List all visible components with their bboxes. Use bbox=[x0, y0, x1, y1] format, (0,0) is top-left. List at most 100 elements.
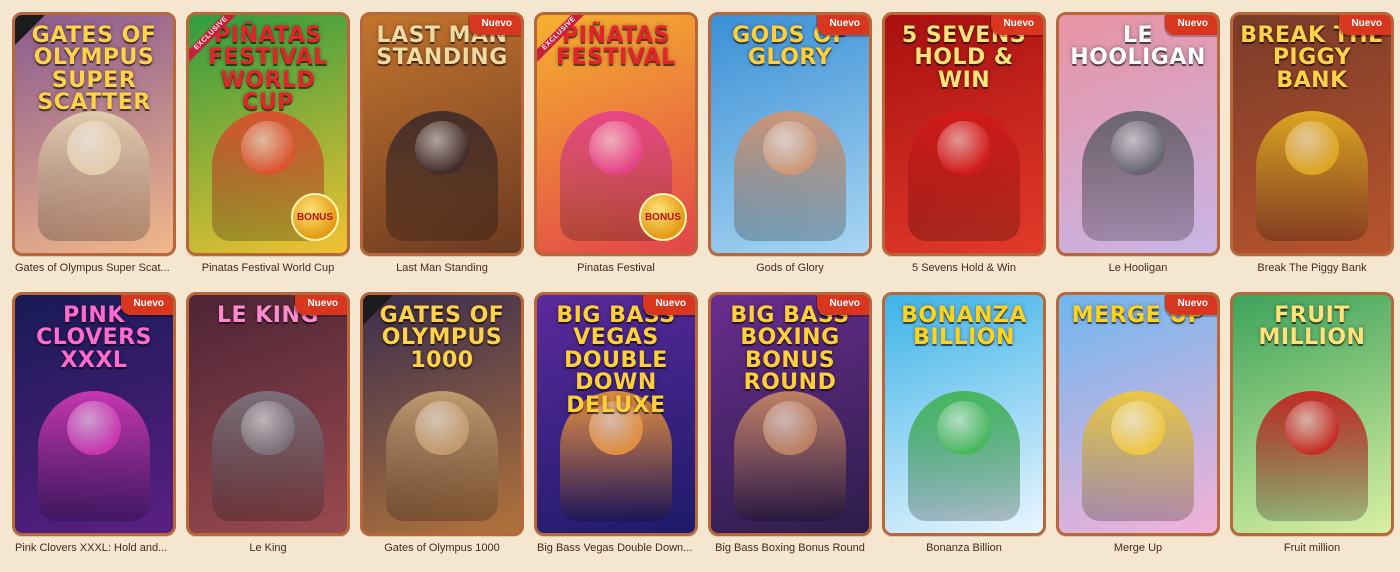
game-card[interactable]: PIÑATAS Festival WORLD CUP EXCLUSIVE BONUS… bbox=[186, 12, 350, 292]
game-title[interactable]: Gates of Olympus 1000 bbox=[360, 542, 524, 554]
character-illustration bbox=[734, 391, 846, 521]
drops-wins-corner-icon bbox=[363, 295, 393, 325]
character-illustration bbox=[1256, 111, 1368, 241]
character-illustration bbox=[1082, 391, 1194, 521]
character-illustration bbox=[212, 391, 324, 521]
game-logo: 5 Sevens HOLD & WIN bbox=[901, 23, 1027, 93]
character-head bbox=[1111, 401, 1165, 455]
drops-wins-corner-icon bbox=[15, 15, 45, 45]
game-thumbnail[interactable]: PIÑATAS Festival WORLD CUP EXCLUSIVE BONUS bbox=[186, 12, 350, 256]
new-badge: Nuevo bbox=[1165, 15, 1217, 35]
game-artwork: MERGE UP bbox=[1059, 295, 1217, 533]
game-title[interactable]: Pink Clovers XXXL: Hold and... bbox=[12, 542, 176, 554]
game-logo: BREAK THE PIGGY BANK bbox=[1240, 23, 1384, 93]
game-logo: PIÑATAS Festival WORLD CUP bbox=[208, 23, 328, 116]
character-illustration bbox=[908, 111, 1020, 241]
game-thumbnail[interactable]: MERGE UP Nuevo bbox=[1056, 292, 1220, 536]
character-head bbox=[763, 401, 817, 455]
game-card[interactable]: MERGE UP Nuevo Merge Up bbox=[1056, 292, 1220, 572]
game-title[interactable]: Bonanza Billion bbox=[882, 542, 1046, 554]
game-thumbnail[interactable]: BONANZA BILLION bbox=[882, 292, 1046, 536]
game-card[interactable]: Gates of OLYMPUS SUPER SCATTER Gates of O… bbox=[12, 12, 176, 292]
game-thumbnail[interactable]: LE KING Nuevo bbox=[186, 292, 350, 536]
game-thumbnail[interactable]: FRUIT MILLION bbox=[1230, 292, 1394, 536]
game-title[interactable]: Big Bass Vegas Double Down... bbox=[534, 542, 698, 554]
game-thumbnail[interactable]: GODS OF GLORY Nuevo bbox=[708, 12, 872, 256]
game-card[interactable]: BIG BASS BOXING BONUS ROUND Nuevo Big Bass… bbox=[708, 292, 872, 572]
character-illustration bbox=[734, 111, 846, 241]
game-artwork: LE KING bbox=[189, 295, 347, 533]
game-title[interactable]: Le Hooligan bbox=[1056, 262, 1220, 274]
game-card[interactable]: BREAK THE PIGGY BANK Nuevo Break The Piggy… bbox=[1230, 12, 1394, 292]
new-badge: Nuevo bbox=[817, 15, 869, 35]
game-card[interactable]: FRUIT MILLION Fruit million bbox=[1230, 292, 1394, 572]
character-head bbox=[415, 401, 469, 455]
character-head bbox=[241, 121, 295, 175]
game-title[interactable]: Last Man Standing bbox=[360, 262, 524, 274]
character-head bbox=[1285, 121, 1339, 175]
game-logo: BIG BASS BOXING BONUS ROUND bbox=[730, 303, 850, 396]
new-badge: Nuevo bbox=[991, 15, 1043, 35]
game-card[interactable]: LAST MAN STANDING Nuevo Last Man Standing bbox=[360, 12, 524, 292]
game-title[interactable]: Merge Up bbox=[1056, 542, 1220, 554]
game-card[interactable]: BONANZA BILLION Bonanza Billion bbox=[882, 292, 1046, 572]
game-thumbnail[interactable]: Gates of OLYMPUS SUPER SCATTER bbox=[12, 12, 176, 256]
character-illustration bbox=[386, 391, 498, 521]
buy-bonus-icon: BONUS bbox=[291, 193, 339, 241]
game-title[interactable]: Pinatas Festival bbox=[534, 262, 698, 274]
game-card[interactable]: LE KING Nuevo Le King bbox=[186, 292, 350, 572]
game-card[interactable]: GODS OF GLORY Nuevo Gods of Glory bbox=[708, 12, 872, 292]
game-thumbnail[interactable]: 5 Sevens HOLD & WIN Nuevo bbox=[882, 12, 1046, 256]
game-title[interactable]: 5 Sevens Hold & Win bbox=[882, 262, 1046, 274]
character-head bbox=[1285, 401, 1339, 455]
game-thumbnail[interactable]: LE HOOLIGAN Nuevo bbox=[1056, 12, 1220, 256]
game-artwork: GATES of OLYMPUS 1000 bbox=[363, 295, 521, 533]
game-title[interactable]: Big Bass Boxing Bonus Round bbox=[708, 542, 872, 554]
character-head bbox=[589, 121, 643, 175]
game-card[interactable]: PIÑATAS Festival EXCLUSIVE BONUS Pinatas Fe… bbox=[534, 12, 698, 292]
game-thumbnail[interactable]: BREAK THE PIGGY BANK Nuevo bbox=[1230, 12, 1394, 256]
character-illustration bbox=[1082, 111, 1194, 241]
new-badge: Nuevo bbox=[643, 295, 695, 315]
character-head bbox=[1111, 121, 1165, 175]
game-artwork: BIG BASS BOXING BONUS ROUND bbox=[711, 295, 869, 533]
character-head bbox=[241, 401, 295, 455]
game-artwork: BIG BASS VEGAS DOUBLE DOWN DELUXE bbox=[537, 295, 695, 533]
character-head bbox=[937, 121, 991, 175]
game-title[interactable]: Le King bbox=[186, 542, 350, 554]
new-badge: Nuevo bbox=[1339, 15, 1391, 35]
new-badge: Nuevo bbox=[121, 295, 173, 315]
game-title[interactable]: Gates of Olympus Super Scat... bbox=[12, 262, 176, 274]
game-title[interactable]: Pinatas Festival World Cup bbox=[186, 262, 350, 274]
character-head bbox=[937, 401, 991, 455]
game-title[interactable]: Gods of Glory bbox=[708, 262, 872, 274]
new-badge: Nuevo bbox=[469, 15, 521, 35]
game-card[interactable]: PINK CLOVERS XXXL Nuevo Pink Clovers XXXL:… bbox=[12, 292, 176, 572]
game-thumbnail[interactable]: PINK CLOVERS XXXL Nuevo bbox=[12, 292, 176, 536]
new-badge: Nuevo bbox=[1165, 295, 1217, 315]
game-logo: BIG BASS VEGAS DOUBLE DOWN DELUXE bbox=[556, 303, 676, 418]
game-artwork: BREAK THE PIGGY BANK bbox=[1233, 15, 1391, 253]
new-badge: Nuevo bbox=[295, 295, 347, 315]
game-logo: BONANZA BILLION bbox=[901, 303, 1027, 351]
game-card[interactable]: LE HOOLIGAN Nuevo Le Hooligan bbox=[1056, 12, 1220, 292]
game-thumbnail[interactable]: LAST MAN STANDING Nuevo bbox=[360, 12, 524, 256]
game-logo: FRUIT MILLION bbox=[1258, 303, 1366, 351]
character-head bbox=[763, 121, 817, 175]
game-thumbnail[interactable]: BIG BASS BOXING BONUS ROUND Nuevo bbox=[708, 292, 872, 536]
character-illustration bbox=[38, 111, 150, 241]
game-thumbnail[interactable]: BIG BASS VEGAS DOUBLE DOWN DELUXE Nuevo bbox=[534, 292, 698, 536]
game-artwork: GODS OF GLORY bbox=[711, 15, 869, 253]
character-illustration bbox=[38, 391, 150, 521]
buy-bonus-icon: BONUS bbox=[639, 193, 687, 241]
game-artwork: BONANZA BILLION bbox=[885, 295, 1043, 533]
game-card[interactable]: GATES of OLYMPUS 1000 Gates of Olympus 10… bbox=[360, 292, 524, 572]
game-thumbnail[interactable]: PIÑATAS Festival EXCLUSIVE BONUS bbox=[534, 12, 698, 256]
game-thumbnail[interactable]: GATES of OLYMPUS 1000 bbox=[360, 292, 524, 536]
game-title[interactable]: Fruit million bbox=[1230, 542, 1394, 554]
game-card[interactable]: 5 Sevens HOLD & WIN Nuevo 5 Sevens Hold & … bbox=[882, 12, 1046, 292]
game-artwork: Gates of OLYMPUS SUPER SCATTER bbox=[15, 15, 173, 253]
game-card[interactable]: BIG BASS VEGAS DOUBLE DOWN DELUXE Nuevo Bi… bbox=[534, 292, 698, 572]
game-artwork: 5 Sevens HOLD & WIN bbox=[885, 15, 1043, 253]
game-title[interactable]: Break The Piggy Bank bbox=[1230, 262, 1394, 274]
